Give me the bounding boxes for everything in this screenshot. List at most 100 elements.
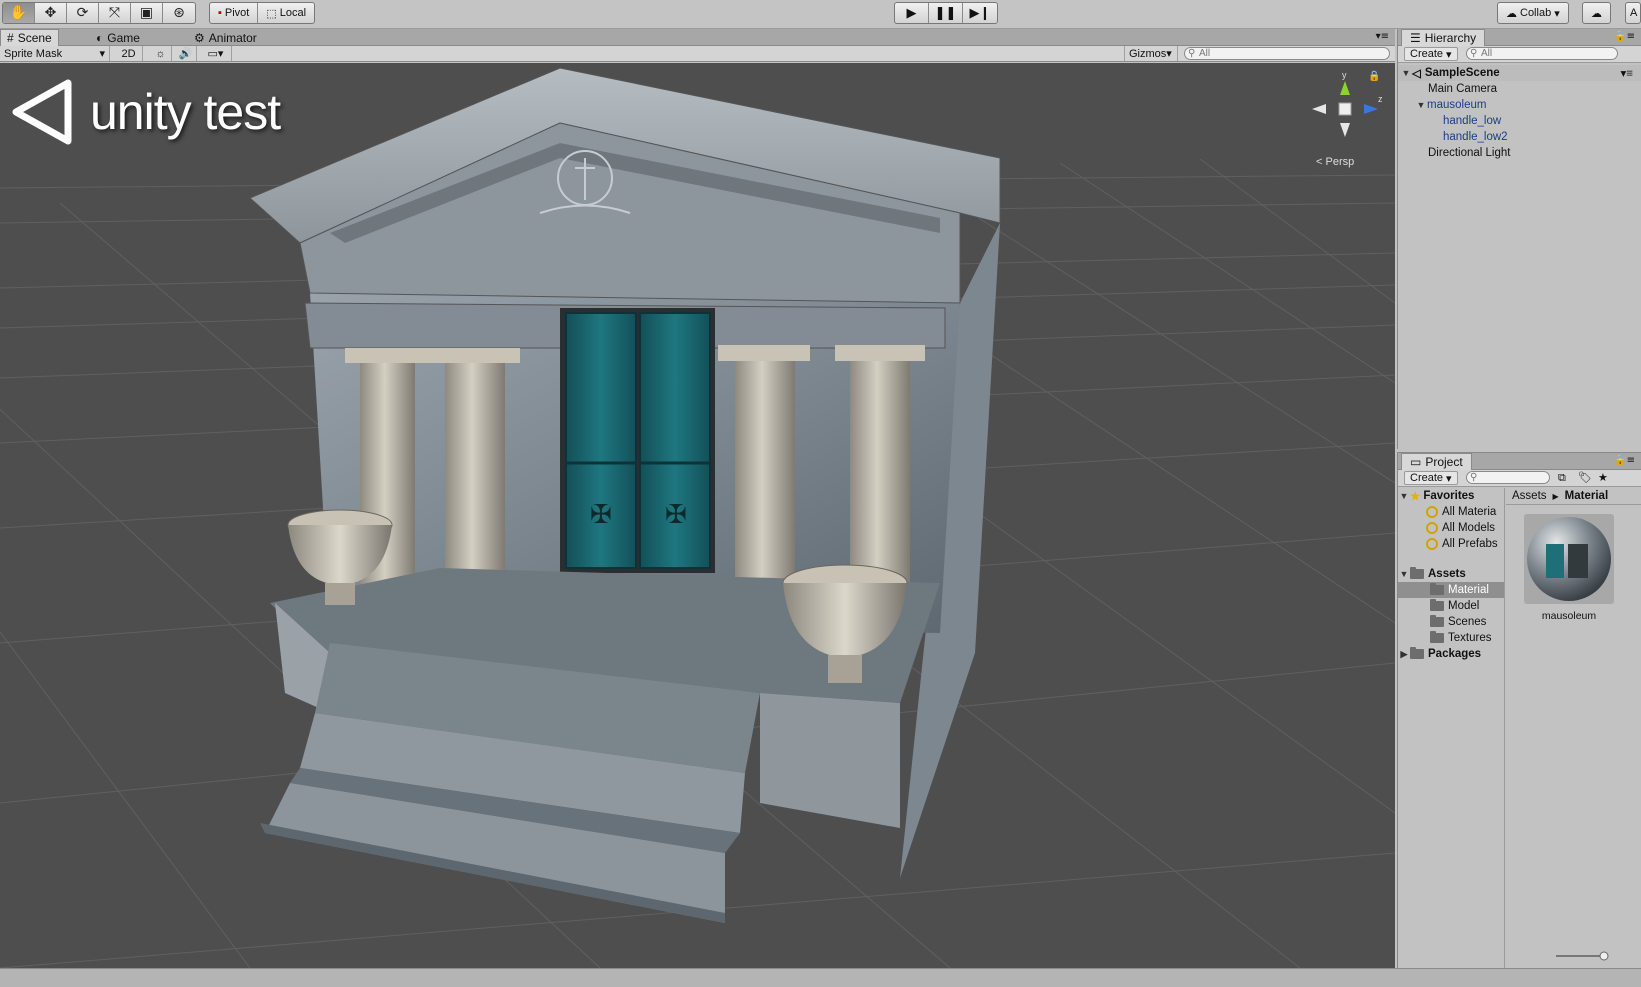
pacman-icon: ◐	[96, 30, 104, 45]
cloud-icon: ☁	[1591, 7, 1602, 20]
search-favorite-icon	[1426, 522, 1438, 534]
speaker-icon: 🔊	[178, 48, 193, 60]
collab-label: Collab	[1520, 7, 1552, 19]
hierarchy-item-label: mausoleum	[1427, 99, 1487, 111]
lock-icon[interactable]: 🔒	[1368, 71, 1380, 82]
step-button[interactable]: ▶❙	[963, 3, 997, 23]
lighting-toggle[interactable]: ☼	[150, 46, 172, 61]
assets-row[interactable]: ▼ Assets	[1398, 566, 1504, 582]
folder-label: Material	[1448, 584, 1489, 596]
filter-type-icon[interactable]: ⧉	[1558, 471, 1566, 485]
breadcrumb-root[interactable]: Assets	[1512, 490, 1547, 502]
favorites-row[interactable]: ▼ ★ Favorites	[1398, 488, 1504, 504]
mausoleum-model[interactable]: ✠ ✠	[0, 63, 1395, 968]
collapse-arrow-icon[interactable]: ▶	[1398, 649, 1410, 660]
folder-label: Textures	[1448, 632, 1492, 644]
packages-row[interactable]: ▶ Packages	[1398, 646, 1504, 662]
folder-scenes[interactable]: Scenes	[1398, 614, 1504, 630]
persp-arrow-icon: <	[1316, 156, 1323, 168]
folder-material[interactable]: Material	[1398, 582, 1504, 598]
breadcrumb-current[interactable]: Material	[1565, 490, 1608, 502]
hierarchy-item-handle-low[interactable]: handle_low	[1398, 113, 1641, 129]
hand-tool-button[interactable]: ✋	[3, 3, 35, 23]
scene-menu-icon[interactable]: ▾≡	[1621, 66, 1633, 80]
folder-icon	[1430, 615, 1444, 627]
rect-tool-button[interactable]: ▣	[131, 3, 163, 23]
tab-animator[interactable]: ⚙ Animator	[188, 29, 263, 46]
image-icon: ▭▾	[207, 48, 224, 60]
project-menu-icon[interactable]: 🔒≡	[1614, 455, 1635, 466]
hierarchy-item-directional-light[interactable]: Directional Light	[1398, 145, 1641, 161]
folder-textures[interactable]: Textures	[1398, 630, 1504, 646]
rotate-tool-button[interactable]: ⟳	[67, 3, 99, 23]
audio-toggle[interactable]: 🔊	[175, 46, 197, 61]
y-axis-cone[interactable]	[1340, 81, 1350, 95]
collab-button[interactable]: ☁ Collab ▾	[1498, 3, 1568, 23]
favorite-all-materials[interactable]: All Materia	[1398, 504, 1504, 520]
projection-toggle[interactable]: < Persp	[1316, 156, 1354, 168]
neg-y-cone[interactable]	[1340, 123, 1350, 137]
pause-button[interactable]: ❚❚	[929, 3, 963, 23]
hierarchy-item-main-camera[interactable]: Main Camera	[1398, 81, 1641, 97]
material-sphere-icon	[1524, 514, 1614, 604]
hierarchy-create-button[interactable]: Create ▾	[1404, 47, 1458, 61]
x-axis-cone[interactable]	[1312, 104, 1326, 114]
favorite-all-prefabs[interactable]: All Prefabs	[1398, 536, 1504, 552]
asset-item[interactable]: mausoleum	[1524, 514, 1614, 622]
scene-search-input[interactable]: ⚲ All	[1184, 47, 1390, 60]
filter-label-icon[interactable]: 🏷	[1578, 471, 1592, 484]
hierarchy-menu-icon[interactable]: 🔒≡	[1614, 31, 1635, 42]
platform-front	[760, 693, 900, 828]
hierarchy-search-input[interactable]: ⚲ All	[1466, 47, 1618, 60]
play-button[interactable]: ▶	[895, 3, 929, 23]
account-button[interactable]: A	[1626, 3, 1640, 23]
expand-arrow-icon[interactable]: ▼	[1398, 569, 1410, 579]
tab-hierarchy-label: Hierarchy	[1424, 31, 1477, 45]
create-label: Create	[1410, 472, 1444, 484]
scene-viewport[interactable]: unity test ✠ ✠ y z 🔒 < Persp	[0, 63, 1395, 968]
move-tool-button[interactable]: ✥	[35, 3, 67, 23]
favorite-all-models[interactable]: All Models	[1398, 520, 1504, 536]
cloud-group: ☁	[1582, 2, 1611, 24]
pivot-button[interactable]: ▪ Pivot	[210, 3, 259, 23]
tab-scene[interactable]: # Scene	[0, 29, 59, 46]
folder-model[interactable]: Model	[1398, 598, 1504, 614]
search-icon: ⚲	[1470, 472, 1478, 483]
gizmo-center[interactable]	[1338, 102, 1352, 116]
main-toolbar: ✋ ✥ ⟳ ⤧ ▣ ⊛ ▪ Pivot ⬚ Local ▶ ❚❚ ▶❙ ☁ Co…	[0, 0, 1641, 29]
search-favorite-icon	[1426, 538, 1438, 550]
z-axis-cone[interactable]	[1364, 104, 1378, 114]
icon-size-slider[interactable]	[1554, 951, 1614, 961]
tab-animator-label: Animator	[208, 30, 257, 45]
star-icon[interactable]: ★	[1598, 471, 1608, 484]
local-button[interactable]: ⬚ Local	[258, 3, 314, 23]
expand-arrow-icon[interactable]: ▼	[1415, 100, 1427, 110]
tab-game[interactable]: ◐ Game	[90, 29, 146, 46]
scene-row[interactable]: ▼ ◁ SampleScene ▾≡	[1398, 65, 1641, 81]
account-label: A	[1630, 7, 1638, 19]
cloud-services-button[interactable]: ☁	[1583, 3, 1610, 23]
expand-arrow-icon[interactable]: ▼	[1398, 491, 1410, 501]
scale-tool-button[interactable]: ⤧	[99, 3, 131, 23]
dropdown-arrow-icon: ▾	[99, 48, 105, 60]
tab-hierarchy[interactable]: ☰ Hierarchy	[1401, 29, 1486, 46]
tab-project[interactable]: ▭ Project	[1401, 453, 1472, 470]
play-controls: ▶ ❚❚ ▶❙	[894, 2, 998, 24]
animator-icon: ⚙	[194, 30, 205, 45]
hierarchy-item-handle-low2[interactable]: handle_low2	[1398, 129, 1641, 145]
transform-tool-button[interactable]: ⊛	[163, 3, 195, 23]
panel-menu-icon[interactable]: ▾≡	[1376, 31, 1389, 42]
hierarchy-item-label: handle_low2	[1443, 131, 1508, 143]
project-search-input[interactable]: ⚲	[1466, 471, 1550, 484]
project-create-button[interactable]: Create ▾	[1404, 471, 1458, 485]
draw-mode-dropdown[interactable]: Sprite Mask ▾	[0, 46, 110, 61]
search-icon: ⚲	[1188, 48, 1196, 59]
expand-arrow-icon[interactable]: ▼	[1400, 68, 1412, 78]
folder-icon	[1430, 631, 1444, 643]
toggle-2d-button[interactable]: 2D	[115, 46, 143, 61]
hierarchy-item-label: Directional Light	[1428, 147, 1511, 159]
gizmos-dropdown[interactable]: Gizmos ▾	[1124, 46, 1178, 61]
effects-dropdown[interactable]: ▭▾	[200, 46, 232, 61]
hierarchy-item-mausoleum[interactable]: ▼ mausoleum	[1398, 97, 1641, 113]
project-asset-view: Assets ▶ Material mausoleum	[1506, 488, 1641, 969]
